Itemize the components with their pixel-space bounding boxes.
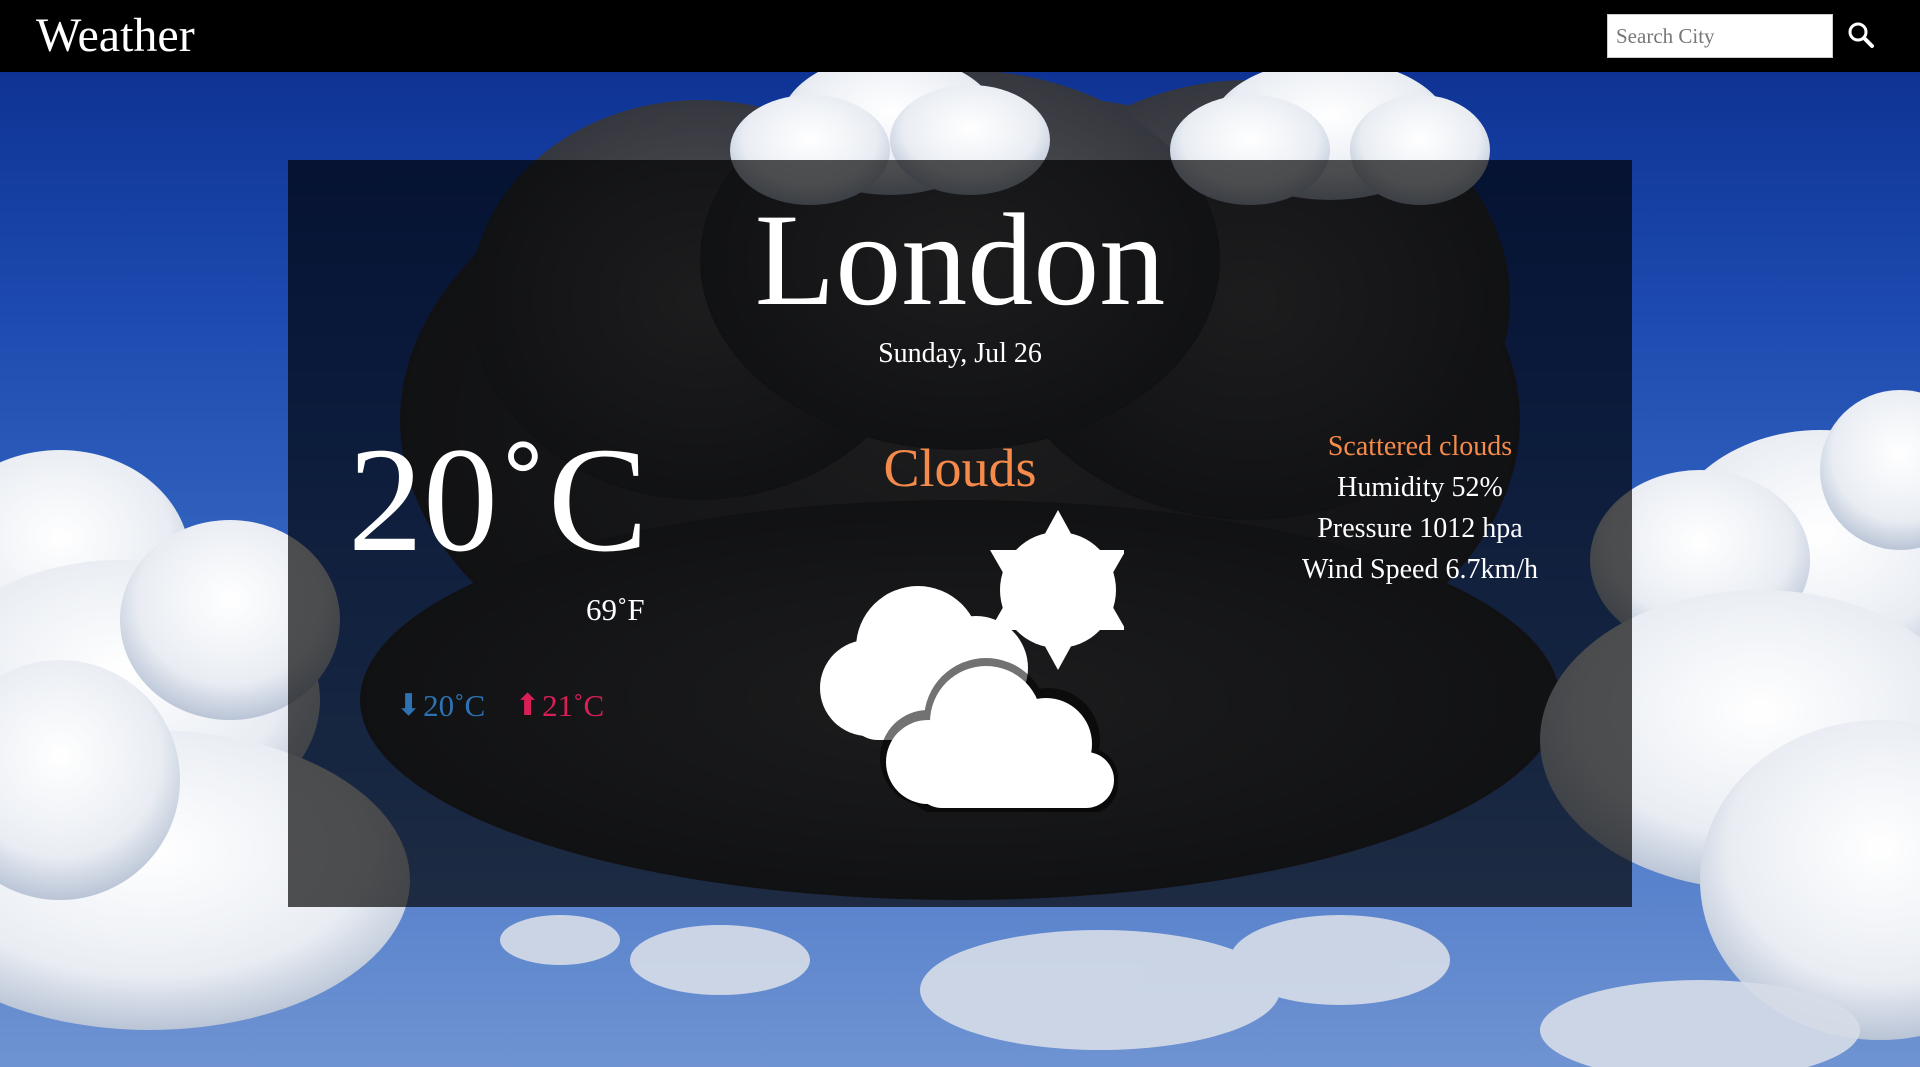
navbar: Weather bbox=[0, 0, 1920, 72]
humidity: Humidity 52% bbox=[1337, 472, 1503, 503]
arrow-up-icon: ⬆ bbox=[515, 689, 541, 722]
max-temperature-value: 21˚C bbox=[542, 688, 605, 723]
min-temperature: ⬇ 20˚C bbox=[396, 686, 485, 726]
current-date: Sunday, Jul 26 bbox=[878, 338, 1042, 369]
temperature-celsius: 20˚C bbox=[348, 417, 648, 583]
search-button[interactable] bbox=[1846, 20, 1876, 50]
weather-description: Scattered clouds bbox=[1327, 431, 1513, 462]
search-input[interactable] bbox=[1607, 14, 1833, 58]
pressure: Pressure 1012 hpa bbox=[1317, 513, 1523, 544]
page: Weather London Sunday, Jul 26 20˚C 69˚F … bbox=[0, 0, 1920, 1067]
brand-title[interactable]: Weather bbox=[36, 4, 195, 68]
wind-speed: Wind Speed 6.7km/h bbox=[1301, 554, 1539, 585]
temperature-fahrenheit: 69˚F bbox=[586, 592, 645, 627]
search-icon bbox=[1848, 22, 1874, 48]
min-temperature-value: 20˚C bbox=[423, 688, 486, 723]
city-name: London bbox=[754, 186, 1166, 333]
weather-details: Scattered clouds Humidity 52% Pressure 1… bbox=[1230, 426, 1610, 590]
arrow-down-icon: ⬇ bbox=[396, 689, 422, 722]
max-temperature: ⬆ 21˚C bbox=[515, 686, 604, 726]
weather-condition: Clouds bbox=[883, 438, 1037, 498]
cloud-sun-icon bbox=[820, 510, 1124, 812]
